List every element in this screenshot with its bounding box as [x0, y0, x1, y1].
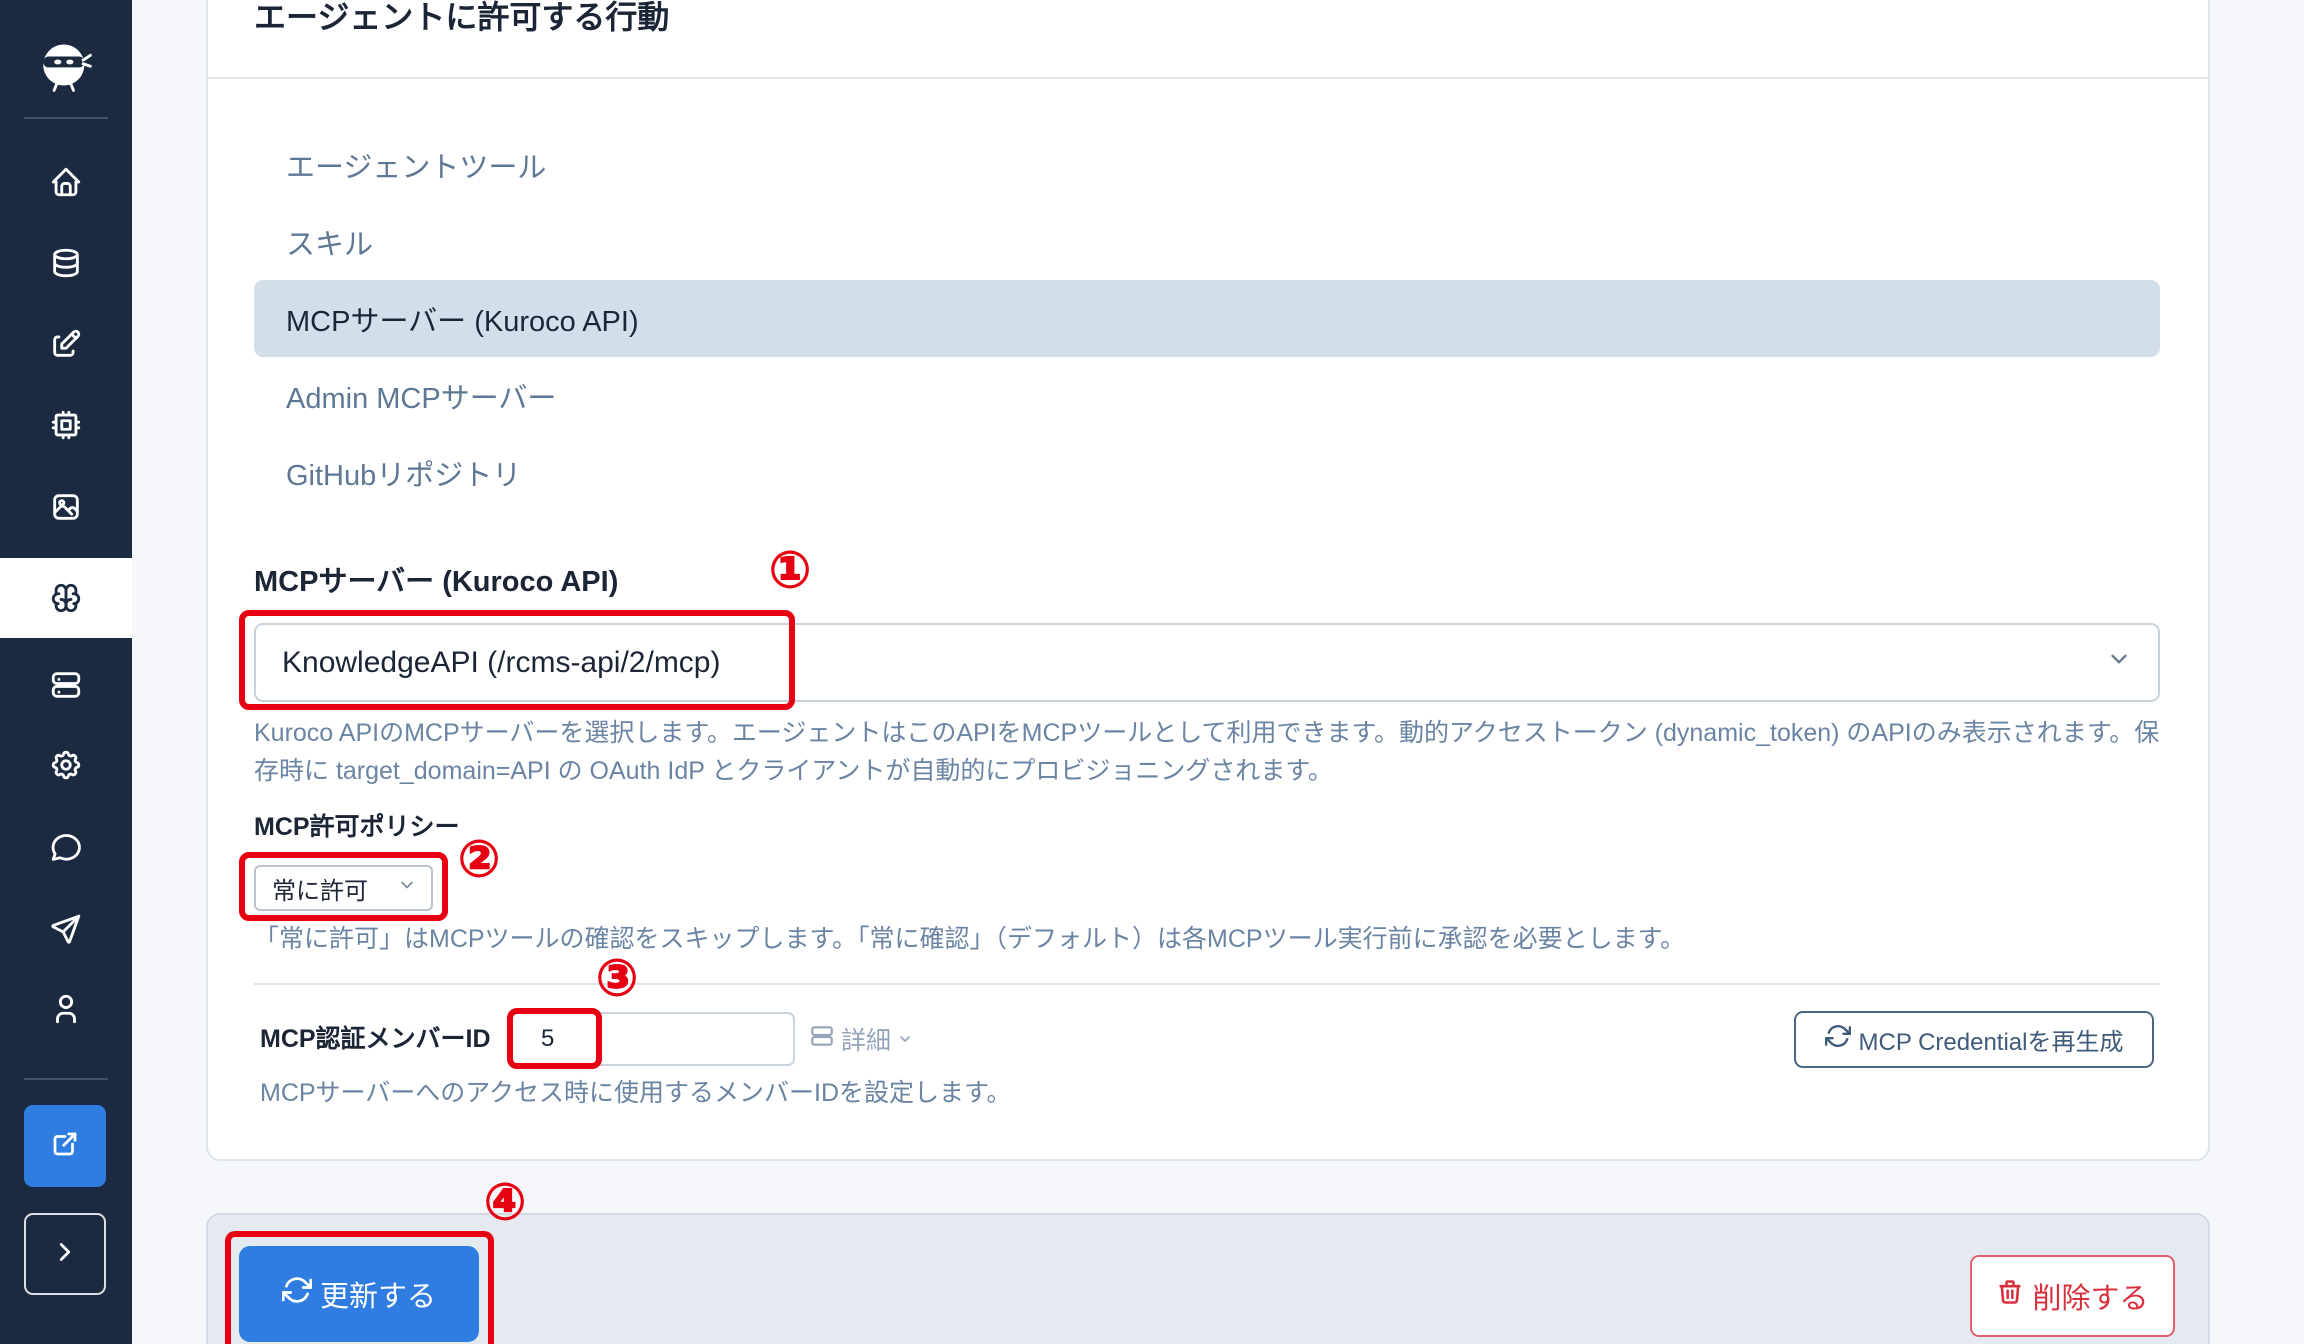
tab-skills[interactable]: スキル: [254, 203, 2160, 280]
send-icon: [49, 912, 83, 946]
tab-label: スキル: [286, 228, 374, 261]
mcp-policy-select[interactable]: 常に許可: [254, 865, 433, 911]
database-icon: [49, 246, 83, 280]
kuroco-logo-icon[interactable]: [36, 36, 94, 94]
sidebar-item-media[interactable]: [0, 467, 132, 547]
tab-github-repository[interactable]: GitHubリポジトリ: [254, 434, 2160, 511]
sidebar-item-home[interactable]: [0, 142, 132, 222]
delete-button[interactable]: 削除する: [1970, 1255, 2175, 1337]
sidebar-item-database[interactable]: [0, 223, 132, 303]
card-header-divider: [208, 77, 2208, 79]
mcp-server-selected-value: KnowledgeAPI (/rcms-api/2/mcp): [282, 645, 721, 679]
sidebar-item-send[interactable]: [0, 889, 132, 969]
brain-icon: [49, 581, 83, 615]
home-icon: [49, 165, 83, 199]
annotation-number-3: ③: [595, 949, 639, 1007]
sidebar-item-cpu[interactable]: [0, 385, 132, 465]
gear-icon: [49, 748, 83, 782]
mcp-member-id-label: MCP認証メンバーID: [260, 1025, 491, 1053]
open-external-button[interactable]: [24, 1105, 106, 1187]
sidebar-item-messages[interactable]: [0, 808, 132, 888]
update-label: 更新する: [319, 1281, 436, 1313]
image-icon: [49, 490, 83, 524]
mcp-member-id-input[interactable]: [511, 1012, 795, 1066]
external-link-icon: [50, 1129, 80, 1164]
tab-label: MCPサーバー (Kuroco API): [286, 305, 639, 338]
sidebar-item-edit[interactable]: [0, 304, 132, 384]
trash-icon: [1996, 1278, 2024, 1314]
mcp-member-id-help: MCPサーバーへのアクセス時に使用するメンバーIDを設定します。: [260, 1079, 1012, 1107]
agent-permissions-card: エージェントに許可する行動 エージェントツール スキル MCPサーバー (Kur…: [206, 0, 2210, 1161]
sidebar-item-server[interactable]: [0, 645, 132, 725]
tab-mcp-server-kuroco-api[interactable]: MCPサーバー (Kuroco API): [254, 280, 2160, 357]
refresh-icon: [281, 1275, 313, 1313]
refresh-icon: [1824, 1023, 1851, 1056]
details-label: 詳細: [841, 1027, 892, 1055]
tab-label: Admin MCPサーバー: [286, 382, 557, 415]
server-icon: [49, 668, 83, 702]
chevron-down-icon: [397, 874, 417, 902]
annotation-number-1: ①: [768, 541, 812, 599]
mcp-server-label: MCPサーバー (Kuroco API): [254, 566, 619, 598]
sidebar-item-settings[interactable]: [0, 725, 132, 805]
user-icon: [49, 992, 83, 1026]
sidebar: [0, 0, 132, 1344]
chevron-down-icon: [2106, 646, 2132, 680]
section-divider: [254, 983, 2160, 985]
edit-icon: [49, 327, 83, 361]
chat-bubble-icon: [49, 831, 83, 865]
regenerate-mcp-credential-button[interactable]: MCP Credentialを再生成: [1794, 1011, 2154, 1068]
chevron-down-icon: [897, 1025, 913, 1054]
server-icon: [809, 1023, 835, 1056]
mcp-server-help: Kuroco APIのMCPサーバーを選択します。エージェントはこのAPIをMC…: [254, 719, 2160, 785]
regenerate-label: MCP Credentialを再生成: [1858, 1029, 2124, 1056]
mcp-policy-label: MCP許可ポリシー: [254, 813, 460, 841]
tab-agent-tools[interactable]: エージェントツール: [254, 126, 2160, 203]
delete-label: 削除する: [2032, 1283, 2149, 1315]
cpu-chip-icon: [49, 408, 83, 442]
mcp-policy-help: 「常に許可」はMCPツールの確認をスキップします。「常に確認」（デフォルト）は各…: [254, 925, 1686, 953]
chevron-right-icon: [50, 1237, 80, 1272]
update-button[interactable]: 更新する: [239, 1246, 479, 1342]
sidebar-divider: [24, 117, 108, 119]
tab-admin-mcp-server[interactable]: Admin MCPサーバー: [254, 357, 2160, 434]
sidebar-item-members[interactable]: [0, 969, 132, 1049]
card-title: エージェントに許可する行動: [254, 0, 670, 35]
form-actions-bar: 更新する 削除する: [206, 1213, 2210, 1344]
tab-label: エージェントツール: [286, 151, 547, 184]
member-details-toggle[interactable]: 詳細: [809, 1021, 913, 1057]
expand-sidebar-button[interactable]: [24, 1213, 106, 1295]
tab-label: GitHubリポジトリ: [286, 459, 522, 492]
sidebar-divider: [24, 1078, 108, 1080]
mcp-policy-selected-value: 常に許可: [272, 877, 368, 905]
mcp-server-select[interactable]: KnowledgeAPI (/rcms-api/2/mcp): [254, 623, 2160, 702]
sidebar-item-ai-agent[interactable]: [0, 558, 132, 638]
